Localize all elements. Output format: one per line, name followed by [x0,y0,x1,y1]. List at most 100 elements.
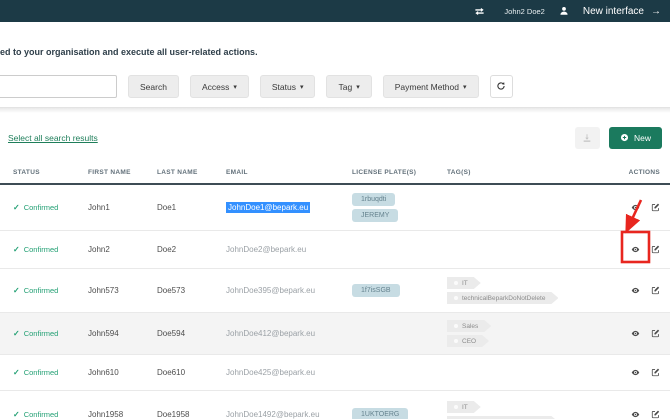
header-license-plates[interactable]: LICENSE PLATE(S) [352,169,447,176]
status-label: Confirmed [24,410,59,419]
search-input[interactable] [0,75,117,98]
license-plate-badge: 1rbuqdti [352,193,395,206]
edit-user-button[interactable] [651,410,660,419]
table-row[interactable]: ✓ Confirmed John1958 Doe1958 JohnDoe1492… [0,391,670,419]
email-cell: JohnDoe1492@bepark.eu [226,410,352,419]
first-name-cell: John573 [88,286,157,295]
current-user-name[interactable]: John2 Doe2 [504,7,544,16]
select-all-link[interactable]: Select all search results [8,133,98,143]
download-icon [582,131,592,146]
edit-user-button[interactable] [651,286,660,295]
actions-bar: Select all search results New [0,126,670,150]
header-email[interactable]: EMAIL [226,169,352,176]
last-name-cell: Doe610 [157,368,226,377]
topbar: John2 Doe2 New interface → [0,0,670,22]
email-text: JohnDoe425@bepark.eu [226,368,315,377]
view-user-button[interactable] [631,203,640,212]
first-name-cell: John2 [88,245,157,254]
filter-status-dropdown[interactable]: Status ▾ [260,75,316,98]
table-row[interactable]: ✓ Confirmed John594 Doe594 JohnDoe412@be… [0,313,670,355]
view-user-button[interactable] [631,329,640,338]
table-row[interactable]: ✓ Confirmed John610 Doe610 JohnDoe425@be… [0,355,670,391]
header-status[interactable]: STATUS [13,169,88,176]
check-icon: ✓ [13,203,20,212]
chevron-down-icon: ▾ [356,83,360,91]
filter-tag-dropdown[interactable]: Tag ▾ [326,75,371,98]
tag-dot-icon [454,324,458,328]
view-user-button[interactable] [631,368,640,377]
first-name-cell: John1958 [88,410,157,419]
status-cell: ✓ Confirmed [13,245,88,254]
first-name-cell: John594 [88,329,157,338]
tag-dot-icon [454,339,458,343]
email-cell: JohnDoe1@bepark.eu [226,203,352,212]
status-label: Confirmed [24,203,59,212]
filter-tag-label: Tag [338,82,352,92]
tags-cell: ITtechnicalBeparkDoNotDelete [447,397,627,419]
check-icon: ✓ [13,410,20,419]
email-text: JohnDoe395@bepark.eu [226,286,315,295]
license-plates-cell [352,369,447,377]
filter-access-dropdown[interactable]: Access ▾ [190,75,249,98]
header-last-name[interactable]: LAST NAME [157,169,226,176]
email-cell: JohnDoe425@bepark.eu [226,368,352,377]
check-icon: ✓ [13,245,20,254]
edit-user-button[interactable] [651,368,660,377]
actions-cell [627,410,660,419]
header-tags[interactable]: TAG(S) [447,169,627,176]
last-name-cell: Doe573 [157,286,226,295]
tag-dot-icon [454,281,458,285]
view-user-button[interactable] [631,245,640,254]
view-user-button[interactable] [631,410,640,419]
new-interface-link[interactable]: New interface → [583,6,661,17]
users-admin-screen: John2 Doe2 New interface → ed to your or… [0,0,670,419]
last-name-cell: Doe1 [157,203,226,212]
status-cell: ✓ Confirmed [13,368,88,377]
table-row[interactable]: ✓ Confirmed John573 Doe573 JohnDoe395@be… [0,269,670,313]
check-icon: ✓ [13,286,20,295]
new-user-button-label: New [634,133,651,143]
page-description: ed to your organisation and execute all … [0,46,670,58]
refresh-button[interactable] [490,75,513,98]
filter-payment-method-label: Payment Method [395,82,459,92]
email-text: JohnDoe1492@bepark.eu [226,410,320,419]
actions-cell [627,203,660,212]
tag-label: IT [462,280,468,287]
check-icon: ✓ [13,329,20,338]
tag-label: technicalBeparkDoNotDelete [462,295,545,302]
plus-circle-icon [620,133,629,144]
tags-cell: SalesCEO [447,316,627,351]
last-name-cell: Doe1958 [157,410,226,419]
header-first-name[interactable]: FIRST NAME [88,169,157,176]
view-user-button[interactable] [631,286,640,295]
table-body: ✓ Confirmed John1 Doe1 JohnDoe1@bepark.e… [0,185,670,419]
edit-user-button[interactable] [651,329,660,338]
filter-payment-method-dropdown[interactable]: Payment Method ▾ [383,75,479,98]
tag-label: Sales [462,323,478,330]
filter-status-label: Status [272,82,296,92]
license-plates-cell: 1UKTOERG [352,404,447,419]
email-text: JohnDoe1@bepark.eu [226,202,310,213]
switch-account-icon[interactable] [473,6,486,17]
edit-user-button[interactable] [651,203,660,212]
tags-cell: IT technicalBeparkDoNotDelete [447,273,627,308]
tag-badge: IT [447,277,481,289]
first-name-cell: John1 [88,203,157,212]
table-row[interactable]: ✓ Confirmed John1 Doe1 JohnDoe1@bepark.e… [0,185,670,231]
tag-dot-icon [454,296,458,300]
license-plates-cell [352,330,447,338]
search-button[interactable]: Search [128,75,179,98]
new-user-button[interactable]: New [609,127,662,149]
edit-user-button[interactable] [651,245,660,254]
tags-cell [447,369,627,377]
tags-cell [447,204,627,212]
user-icon[interactable] [559,6,569,16]
license-plate-badge: 1UKTOERG [352,408,408,419]
email-cell: JohnDoe395@bepark.eu [226,286,352,295]
table-header-row: STATUS FIRST NAME LAST NAME EMAIL LICENS… [0,162,670,185]
table-row[interactable]: ✓ Confirmed John2 Doe2 JohnDoe2@bepark.e… [0,231,670,269]
email-cell: JohnDoe412@bepark.eu [226,329,352,338]
status-cell: ✓ Confirmed [13,203,88,212]
status-label: Confirmed [24,286,59,295]
export-button[interactable] [575,127,600,149]
